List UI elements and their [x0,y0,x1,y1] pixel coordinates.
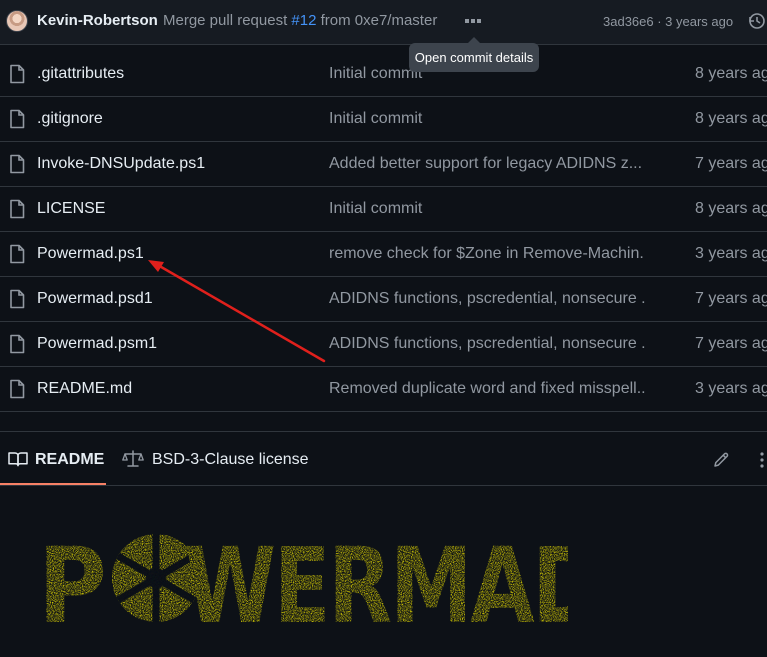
file-name-link[interactable]: Powermad.psd1 [37,290,153,308]
tab-readme-label: README [35,451,105,468]
repo-file-browser: Kevin-Robertson Merge pull request #12 f… [0,0,767,657]
file-name-link[interactable]: Powermad.ps1 [37,245,144,263]
file-row[interactable]: Powermad.psm1 ADIDNS functions, pscreden… [0,322,767,367]
file-commit-message[interactable]: remove check for $Zone in Remove-Machin.… [329,245,645,263]
file-list-footer-gap [0,413,767,432]
file-commit-message[interactable]: ADIDNS functions, pscredential, nonsecur… [329,290,645,308]
latest-commit-bar: Kevin-Robertson Merge pull request #12 f… [0,0,767,45]
powermad-logo: P WERMAD [38,528,568,638]
file-icon [10,334,25,354]
commit-details-tooltip: Open commit details [409,37,539,72]
file-icon [10,244,25,264]
file-commit-age: 3 years ag [695,380,767,397]
file-name-link[interactable]: Invoke-DNSUpdate.ps1 [37,155,205,173]
file-icon [10,379,25,399]
commit-sha-age[interactable]: 3ad36e6 · 3 years ago [603,14,733,29]
tab-readme[interactable]: README [0,432,106,485]
file-name-link[interactable]: Powermad.psm1 [37,335,157,353]
file-name-link[interactable]: LICENSE [37,200,105,218]
file-commit-age: 8 years ag [695,65,767,82]
file-commit-message[interactable]: ADIDNS functions, pscredential, nonsecur… [329,335,645,353]
file-commit-age: 3 years ag [695,245,767,262]
file-icon [10,109,25,129]
file-icon [10,289,25,309]
file-name-link[interactable]: .gitattributes [37,65,124,83]
commit-message-suffix[interactable]: from 0xe7/master [316,12,438,29]
pull-request-link[interactable]: #12 [291,12,316,29]
file-commit-message[interactable]: Removed duplicate word and fixed misspel… [329,380,645,398]
file-icon [10,199,25,219]
file-commit-age: 7 years ag [695,290,767,307]
commit-details-button[interactable] [462,13,484,29]
commit-message[interactable]: Merge pull request #12 from 0xe7/master [163,12,437,29]
tab-license-label: BSD-3-Clause license [152,451,309,468]
file-icon [10,154,25,174]
more-options-icon[interactable] [758,451,766,469]
logo-text-wermad: WERMAD [184,528,568,638]
file-commit-age: 8 years ag [695,110,767,127]
file-commit-message[interactable]: Initial commit [329,200,645,218]
file-row[interactable]: Invoke-DNSUpdate.ps1 Added better suppor… [0,142,767,187]
law-scale-icon [122,450,144,467]
book-icon [8,452,28,467]
file-name-link[interactable]: .gitignore [37,110,103,128]
pencil-icon[interactable] [712,451,730,469]
file-row[interactable]: Powermad.ps1 remove check for $Zone in R… [0,232,767,277]
commit-author-link[interactable]: Kevin-Robertson [37,12,158,29]
file-row[interactable]: Powermad.psd1 ADIDNS functions, pscreden… [0,277,767,322]
logo-letter-p: P [38,528,107,638]
file-commit-age: 8 years ag [695,200,767,217]
readme-tab-bar: README BSD-3-Clause license [0,432,767,486]
file-commit-message[interactable]: Initial commit [329,110,645,128]
file-row[interactable]: .gitignore Initial commit 8 years ag [0,97,767,142]
file-commit-age: 7 years ag [695,335,767,352]
file-row[interactable]: README.md Removed duplicate word and fix… [0,367,767,412]
file-icon [10,64,25,84]
file-name-link[interactable]: README.md [37,380,132,398]
file-commit-age: 7 years ag [695,155,767,172]
commit-message-prefix[interactable]: Merge pull request [163,12,291,29]
file-row[interactable]: .gitattributes Initial commit 8 years ag [0,52,767,97]
author-avatar[interactable] [6,10,28,32]
file-commit-message[interactable]: Added better support for legacy ADIDNS z… [329,155,645,173]
file-row[interactable]: LICENSE Initial commit 8 years ag [0,187,767,232]
history-icon[interactable] [746,11,766,31]
